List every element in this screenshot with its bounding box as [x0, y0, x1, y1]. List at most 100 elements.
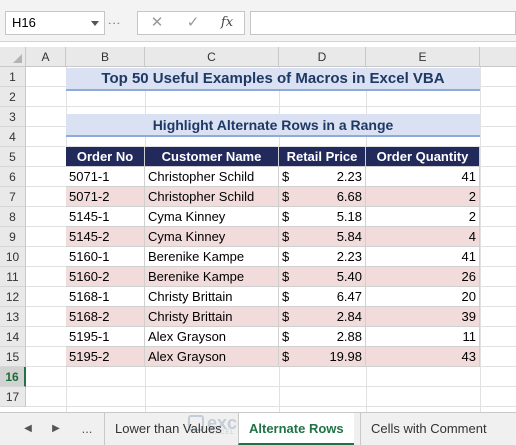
cell-customer-name[interactable]: Christopher Schild: [145, 187, 279, 207]
cell-customer-name[interactable]: Christy Brittain: [145, 287, 279, 307]
cell-retail-price[interactable]: $5.40: [279, 267, 366, 287]
row-header-9[interactable]: 9: [0, 227, 26, 247]
row-header-8[interactable]: 8: [0, 207, 26, 227]
header-customer-name[interactable]: Customer Name: [145, 147, 279, 167]
currency-symbol: $: [282, 289, 290, 304]
cell-retail-price[interactable]: $19.98: [279, 347, 366, 367]
column-header-f[interactable]: [480, 47, 516, 67]
tab-prev-icon[interactable]: ◀: [18, 419, 38, 439]
currency-symbol: $: [282, 229, 290, 244]
tab-lower-than-values[interactable]: Lower than Values: [104, 413, 232, 445]
cell-customer-name[interactable]: Cyma Kinney: [145, 227, 279, 247]
gridline-horizontal: [26, 106, 516, 107]
cell-customer-name[interactable]: Christopher Schild: [145, 167, 279, 187]
cell-customer-name[interactable]: Alex Grayson: [145, 347, 279, 367]
cell-order-quantity[interactable]: 43: [366, 347, 480, 367]
row-header-12[interactable]: 12: [0, 287, 26, 307]
cell-order-no[interactable]: 5195-1: [66, 327, 145, 347]
price-value: 2.23: [336, 169, 362, 184]
cell-retail-price[interactable]: $2.23: [279, 247, 366, 267]
gridline-horizontal: [26, 406, 516, 407]
cell-customer-name[interactable]: Cyma Kinney: [145, 207, 279, 227]
cell-customer-name[interactable]: Alex Grayson: [145, 327, 279, 347]
cell-retail-price[interactable]: $6.68: [279, 187, 366, 207]
header-retail-price[interactable]: Retail Price: [279, 147, 366, 167]
row-header-11[interactable]: 11: [0, 267, 26, 287]
header-order-no[interactable]: Order No: [66, 147, 145, 167]
cell-retail-price[interactable]: $2.23: [279, 167, 366, 187]
price-value: 2.23: [336, 249, 362, 264]
row-header-6[interactable]: 6: [0, 167, 26, 187]
cell-order-quantity[interactable]: 39: [366, 307, 480, 327]
cell-retail-price[interactable]: $5.84: [279, 227, 366, 247]
cell-order-no[interactable]: 5195-2: [66, 347, 145, 367]
column-header-e[interactable]: E: [366, 47, 480, 67]
cell-order-quantity[interactable]: 4: [366, 227, 480, 247]
cell-order-no[interactable]: 5145-1: [66, 207, 145, 227]
row-header-3[interactable]: 3: [0, 107, 26, 127]
cell-customer-name[interactable]: Berenike Kampe: [145, 247, 279, 267]
column-header-c[interactable]: C: [145, 47, 279, 67]
row-header-10[interactable]: 10: [0, 247, 26, 267]
insert-function-icon[interactable]: fx: [212, 12, 242, 34]
cell-order-quantity[interactable]: 11: [366, 327, 480, 347]
cell-retail-price[interactable]: $2.88: [279, 327, 366, 347]
column-header-a[interactable]: A: [26, 47, 66, 67]
currency-symbol: $: [282, 209, 290, 224]
cell-retail-price[interactable]: $2.84: [279, 307, 366, 327]
currency-symbol: $: [282, 249, 290, 264]
chevron-down-icon[interactable]: [91, 21, 99, 26]
cell-retail-price[interactable]: $6.47: [279, 287, 366, 307]
enter-icon[interactable]: ✓: [178, 12, 208, 34]
more-options-icon[interactable]: ⋮: [107, 11, 126, 35]
cell-order-quantity[interactable]: 26: [366, 267, 480, 287]
currency-symbol: $: [282, 269, 290, 284]
row-header-4[interactable]: 4: [0, 127, 26, 147]
tab-more-button[interactable]: ...: [76, 419, 98, 439]
row-header-7[interactable]: 7: [0, 187, 26, 207]
row-header-5[interactable]: 5: [0, 147, 26, 167]
cell-order-no[interactable]: 5145-2: [66, 227, 145, 247]
cell-order-no[interactable]: 5160-2: [66, 267, 145, 287]
tab-next-icon[interactable]: ▶: [46, 419, 66, 439]
price-value: 5.40: [336, 269, 362, 284]
row-header-14[interactable]: 14: [0, 327, 26, 347]
currency-symbol: $: [282, 349, 290, 364]
cell-order-no[interactable]: 5071-2: [66, 187, 145, 207]
row-header-1[interactable]: 1: [0, 67, 26, 87]
price-value: 6.68: [336, 189, 362, 204]
cell-customer-name[interactable]: Berenike Kampe: [145, 267, 279, 287]
row-header-2[interactable]: 2: [0, 87, 26, 107]
tab-alternate-rows[interactable]: Alternate Rows: [238, 413, 354, 445]
header-order-quantity[interactable]: Order Quantity: [366, 147, 480, 167]
select-all-button[interactable]: [0, 47, 26, 67]
tab-cells-with-comment[interactable]: Cells with Comment: [360, 413, 497, 445]
cell-order-quantity[interactable]: 41: [366, 247, 480, 267]
cell-order-quantity[interactable]: 41: [366, 167, 480, 187]
cell-order-quantity[interactable]: 2: [366, 187, 480, 207]
row-header-13[interactable]: 13: [0, 307, 26, 327]
cell-order-no[interactable]: 5168-1: [66, 287, 145, 307]
cell-order-quantity[interactable]: 20: [366, 287, 480, 307]
row-header-17[interactable]: 17: [0, 387, 26, 407]
cell-retail-price[interactable]: $5.18: [279, 207, 366, 227]
sheet-title: Top 50 Useful Examples of Macros in Exce…: [66, 68, 480, 91]
column-header-b[interactable]: B: [66, 47, 145, 67]
name-box[interactable]: H16: [5, 11, 105, 35]
cell-customer-name[interactable]: Christy Brittain: [145, 307, 279, 327]
row-header-15[interactable]: 15: [0, 347, 26, 367]
cancel-icon[interactable]: ✕: [142, 12, 172, 34]
cell-order-no[interactable]: 5168-2: [66, 307, 145, 327]
cell-order-quantity[interactable]: 2: [366, 207, 480, 227]
currency-symbol: $: [282, 169, 290, 184]
formula-input[interactable]: [250, 11, 516, 35]
price-value: 6.47: [336, 289, 362, 304]
cell-order-no[interactable]: 5071-1: [66, 167, 145, 187]
cell-order-no[interactable]: 5160-1: [66, 247, 145, 267]
formula-buttons: ✕ ✓ fx: [137, 11, 245, 35]
sheet-subtitle: Highlight Alternate Rows in a Range: [66, 114, 480, 137]
currency-symbol: $: [282, 329, 290, 344]
row-header-16[interactable]: 16: [0, 367, 26, 387]
column-header-d[interactable]: D: [279, 47, 366, 67]
name-box-value: H16: [12, 15, 36, 30]
